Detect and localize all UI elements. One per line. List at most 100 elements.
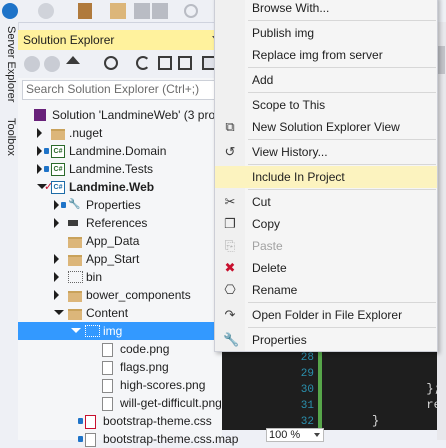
menu-item-label: View History... (252, 145, 328, 159)
tree-item[interactable]: .nuget (18, 124, 222, 142)
tree-item[interactable]: References (18, 214, 222, 232)
side-tool-strip: Server Explorer Toolbox (0, 22, 19, 440)
tree-item[interactable]: ✓ C# Landmine.Web (18, 178, 222, 196)
tree-item-label: img (103, 324, 123, 338)
tree-item[interactable]: Solution 'LandmineWeb' (3 projects) (18, 106, 244, 124)
tree-item[interactable]: code.png (18, 340, 222, 358)
folder-icon (51, 129, 65, 140)
solution-explorer-toolbar (18, 50, 222, 78)
show-all-files-icon[interactable] (178, 56, 192, 70)
pending-changes-icon[interactable] (104, 56, 118, 70)
menu-separator (248, 327, 436, 328)
menu-item-label: Add (252, 73, 274, 87)
menu-separator (248, 92, 436, 93)
tree-item[interactable]: will-get-difficult.png (18, 394, 222, 412)
tree-item[interactable]: high-scores.png (18, 376, 222, 394)
open-file-icon[interactable] (110, 3, 126, 19)
copy-icon: ❐ (224, 216, 236, 231)
menu-item-delete[interactable]: ✖ Delete (215, 257, 437, 279)
home-icon[interactable] (66, 56, 80, 64)
menu-item-scope-to-this[interactable]: Scope to This (215, 94, 437, 116)
tree-item-label: bootstrap-theme.css (103, 414, 212, 428)
tree-item-label: Landmine.Web (69, 180, 155, 194)
save-icon[interactable] (134, 3, 150, 19)
menu-item-new-solution-explorer-view[interactable]: ⧉ New Solution Explorer View (215, 116, 437, 138)
tree-item-label: code.png (120, 342, 170, 356)
collapse-arrow-icon[interactable] (54, 310, 64, 315)
menu-item-view-history[interactable]: ↺ View History... (215, 141, 437, 163)
tree-item-label: bootstrap-theme.css.map (103, 432, 239, 446)
file-icon (102, 397, 113, 411)
menu-item-browse-with[interactable]: Browse With... (215, 0, 437, 19)
search-input[interactable] (23, 81, 219, 97)
forward-icon[interactable] (44, 56, 60, 72)
tree-item[interactable]: bin (18, 268, 222, 286)
tree-item[interactable]: C# Landmine.Tests (18, 160, 222, 178)
menu-item-copy[interactable]: ❐ Copy (215, 213, 437, 235)
new-project-icon[interactable] (78, 3, 92, 19)
tree-item[interactable]: App_Data (18, 232, 222, 250)
tab-server-explorer-label: Server Explorer (5, 26, 17, 103)
menu-item-label: Scope to This (252, 98, 326, 112)
menu-separator (248, 302, 436, 303)
expand-arrow-icon[interactable] (37, 128, 42, 138)
expand-arrow-icon[interactable] (54, 200, 59, 210)
undo-icon[interactable] (184, 4, 198, 18)
collapse-all-icon[interactable] (158, 56, 172, 70)
menu-item-properties[interactable]: 🔧 Properties (215, 329, 437, 351)
back-icon[interactable] (2, 3, 18, 19)
tree-item[interactable]: C# Landmine.Domain (18, 142, 222, 160)
menu-item-add[interactable]: Add (215, 69, 437, 91)
expand-arrow-icon[interactable] (54, 272, 59, 282)
paste-icon: ⎘ (224, 238, 236, 253)
tree-item[interactable]: bootstrap-theme.css.map (18, 430, 238, 448)
tree-item[interactable]: 🔧 Properties (18, 196, 222, 214)
dropdown-arrow-icon[interactable] (20, 3, 28, 19)
menu-item-cut[interactable]: ✂ Cut (215, 191, 437, 213)
tree-item[interactable]: bootstrap-theme.css (18, 412, 222, 430)
folder-icon (68, 309, 82, 320)
file-icon (102, 343, 113, 357)
scrollbar-thumb[interactable] (438, 46, 445, 74)
tree-item-label: .nuget (69, 126, 103, 140)
menu-item-open-folder-in-file-explorer[interactable]: ↷ Open Folder in File Explorer (215, 304, 437, 326)
tab-server-explorer[interactable]: Server Explorer (0, 26, 18, 106)
expand-arrow-icon[interactable] (54, 254, 59, 264)
expand-arrow-icon[interactable] (54, 218, 59, 228)
tree-item[interactable]: flags.png (18, 358, 222, 376)
tree-item-label: bin (86, 270, 103, 284)
line-number: 32 (300, 416, 314, 428)
save-all-icon[interactable] (152, 3, 168, 19)
tree-item-label: will-get-difficult.png (120, 396, 222, 410)
sync-icon[interactable] (136, 56, 150, 70)
menu-item-label: Properties (252, 333, 307, 347)
tree-item[interactable]: bower_components (18, 286, 222, 304)
file-icon (85, 433, 96, 447)
menu-separator (248, 164, 436, 165)
zoom-value: 100 % (269, 429, 301, 441)
dotted-folder-icon (85, 325, 100, 337)
menu-item-rename[interactable]: ⎔ Rename (215, 279, 437, 301)
menu-item-replace-img-from-server[interactable]: Replace img from server (215, 44, 437, 66)
code-line: } (372, 414, 380, 428)
menu-item-include-in-project[interactable]: Include In Project (215, 166, 437, 188)
tab-toolbox[interactable]: Toolbox (0, 118, 18, 168)
delete-icon: ✖ (224, 260, 236, 275)
tree-item-label: Landmine.Domain (69, 144, 167, 158)
menu-separator (248, 67, 436, 68)
expand-arrow-icon[interactable] (37, 164, 42, 174)
solution-explorer-search-box[interactable] (22, 80, 220, 100)
editor-vertical-scrollbar[interactable] (437, 22, 446, 440)
tree-item[interactable]: img (18, 322, 222, 340)
tree-item[interactable]: App_Start (18, 250, 222, 268)
collapse-arrow-icon[interactable] (71, 328, 81, 333)
back-icon[interactable] (24, 56, 40, 72)
forward-icon[interactable] (38, 3, 54, 19)
expand-arrow-icon[interactable] (54, 290, 59, 300)
menu-item-publish-img[interactable]: Publish img (215, 22, 437, 44)
line-number: 31 (300, 400, 314, 412)
line-number: 28 (300, 352, 314, 364)
solution-explorer-title-bar[interactable]: Solution Explorer (18, 30, 222, 50)
tree-item[interactable]: Content (18, 304, 222, 322)
expand-arrow-icon[interactable] (37, 146, 42, 156)
